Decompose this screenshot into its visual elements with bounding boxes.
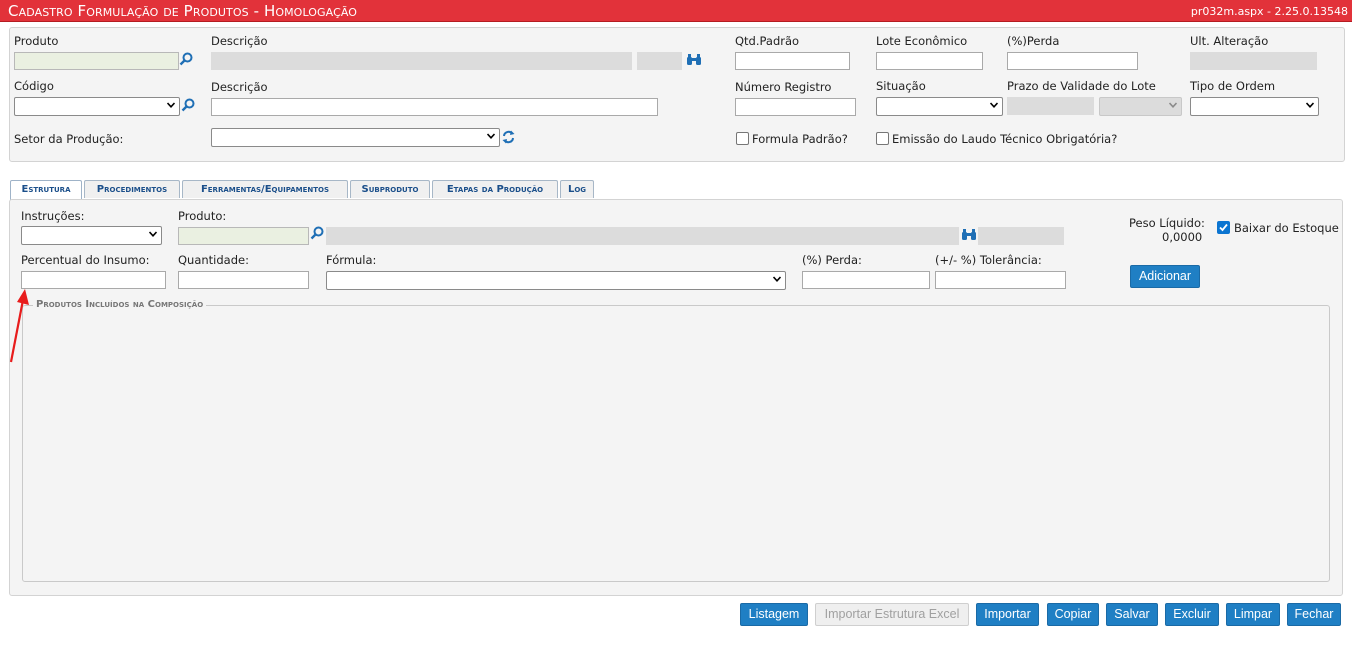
perda-item-label: (%) Perda: (802, 253, 862, 267)
chevron-down-icon (1169, 102, 1177, 108)
descricao-input[interactable] (211, 98, 658, 116)
excluir-button[interactable]: Excluir (1165, 603, 1219, 626)
header-panel (9, 27, 1345, 162)
descricao-code-field (637, 52, 682, 70)
produto-input[interactable] (14, 52, 179, 70)
perda-item-input[interactable] (802, 271, 930, 289)
numero-registro-label: Número Registro (735, 80, 832, 94)
peso-liquido-value: 0,0000 (1162, 230, 1203, 244)
peso-liquido-label: Peso Líquido: (1129, 216, 1205, 230)
fechar-button[interactable]: Fechar (1287, 603, 1341, 626)
chevron-down-icon (773, 276, 781, 282)
window-title: Cadastro Formulação de Produtos - Homolo… (8, 2, 358, 20)
tolerancia-label: (+/- %) Tolerância: (935, 253, 1042, 267)
produto-item-code-field (978, 227, 1064, 245)
tab-log[interactable]: Log (560, 180, 594, 198)
baixar-estoque-label: Baixar do Estoque (1234, 221, 1339, 235)
lote-economico-input[interactable] (876, 52, 983, 70)
chevron-down-icon (149, 231, 157, 237)
search-icon[interactable] (181, 98, 195, 112)
limpar-button[interactable]: Limpar (1226, 603, 1280, 626)
situacao-label: Situação (876, 79, 926, 93)
tab-subproduto[interactable]: Subproduto (350, 180, 430, 198)
tolerancia-input[interactable] (935, 271, 1066, 289)
descricao-label: Descrição (211, 34, 268, 48)
chevron-down-icon (1306, 102, 1314, 108)
situacao-select[interactable] (876, 97, 1003, 116)
emissao-laudo-label: Emissão do Laudo Técnico Obrigatória? (892, 132, 1118, 146)
chevron-down-icon (990, 102, 998, 108)
tab-procedimentos[interactable]: Procedimentos (84, 180, 180, 198)
produtos-incluidos-legend: Produtos Incluídos na Composição (33, 299, 207, 310)
adicionar-button[interactable]: Adicionar (1130, 265, 1200, 288)
prazo-validade-field (1007, 97, 1094, 115)
qtd-padrao-input[interactable] (735, 52, 850, 70)
listagem-button[interactable]: Listagem (740, 603, 808, 626)
emissao-laudo-checkbox[interactable] (876, 132, 889, 145)
perda-label: (%)Perda (1007, 34, 1060, 48)
formula-padrao-label: Formula Padrão? (752, 132, 848, 146)
codigo-select[interactable] (14, 97, 180, 116)
annotation-arrow (9, 289, 29, 363)
ult-alteracao-field (1190, 52, 1317, 70)
numero-registro-input[interactable] (735, 98, 856, 116)
instrucoes-label: Instruções: (21, 209, 85, 223)
formula-padrao-checkbox[interactable] (736, 132, 749, 145)
chevron-down-icon (167, 102, 175, 108)
copiar-button[interactable]: Copiar (1047, 603, 1099, 626)
produto-item-input[interactable] (178, 227, 309, 245)
importar-estrutura-excel-button[interactable]: Importar Estrutura Excel (815, 603, 969, 626)
produto-label: Produto (14, 34, 59, 48)
search-icon[interactable] (310, 226, 324, 240)
setor-producao-select[interactable] (211, 128, 500, 147)
tipo-ordem-label: Tipo de Ordem (1190, 79, 1276, 93)
percentual-insumo-input[interactable] (21, 271, 166, 289)
formula-select[interactable] (326, 271, 786, 290)
salvar-button[interactable]: Salvar (1106, 603, 1158, 626)
descricao2-label: Descrição (211, 80, 268, 94)
instrucoes-select[interactable] (21, 226, 162, 245)
percentual-insumo-label: Percentual do Insumo: (21, 253, 150, 267)
prazo-validade-label: Prazo de Validade do Lote (1007, 79, 1156, 93)
binoculars-icon[interactable] (961, 228, 977, 241)
tab-estrutura[interactable]: Estrutura (10, 180, 82, 200)
prazo-validade-unit-select (1099, 97, 1182, 116)
setor-producao-label: Setor da Produção: (14, 132, 124, 146)
refresh-icon[interactable] (502, 130, 515, 144)
title-bar: Cadastro Formulação de Produtos - Homolo… (0, 0, 1352, 22)
codigo-label: Código (14, 79, 54, 93)
qtd-padrao-label: Qtd.Padrão (735, 34, 800, 48)
tipo-ordem-select[interactable] (1190, 97, 1319, 116)
tab-etapas-producao[interactable]: Etapas da Produção (432, 180, 558, 198)
chevron-down-icon (487, 133, 495, 139)
baixar-estoque-checkbox[interactable] (1217, 221, 1230, 234)
version-text: pr032m.aspx - 2.25.0.13548 (1190, 5, 1348, 18)
quantidade-input[interactable] (178, 271, 309, 289)
importar-button[interactable]: Importar (976, 603, 1039, 626)
produto-item-description-field (326, 227, 959, 245)
formula-label: Fórmula: (326, 253, 377, 267)
tab-ferramentas-equipamentos[interactable]: Ferramentas/Equipamentos (182, 180, 348, 198)
search-icon[interactable] (179, 52, 193, 66)
checkmark-icon (1219, 223, 1228, 232)
quantidade-label: Quantidade: (178, 253, 249, 267)
lote-economico-label: Lote Econômico (876, 34, 968, 48)
produto-item-label: Produto: (178, 209, 227, 223)
produtos-incluidos-fieldset: Produtos Incluídos na Composição (22, 299, 1330, 582)
perda-input[interactable] (1007, 52, 1138, 70)
binoculars-icon[interactable] (686, 53, 702, 66)
ult-alteracao-label: Ult. Alteração (1190, 34, 1269, 48)
descricao-readonly-field (211, 52, 632, 70)
